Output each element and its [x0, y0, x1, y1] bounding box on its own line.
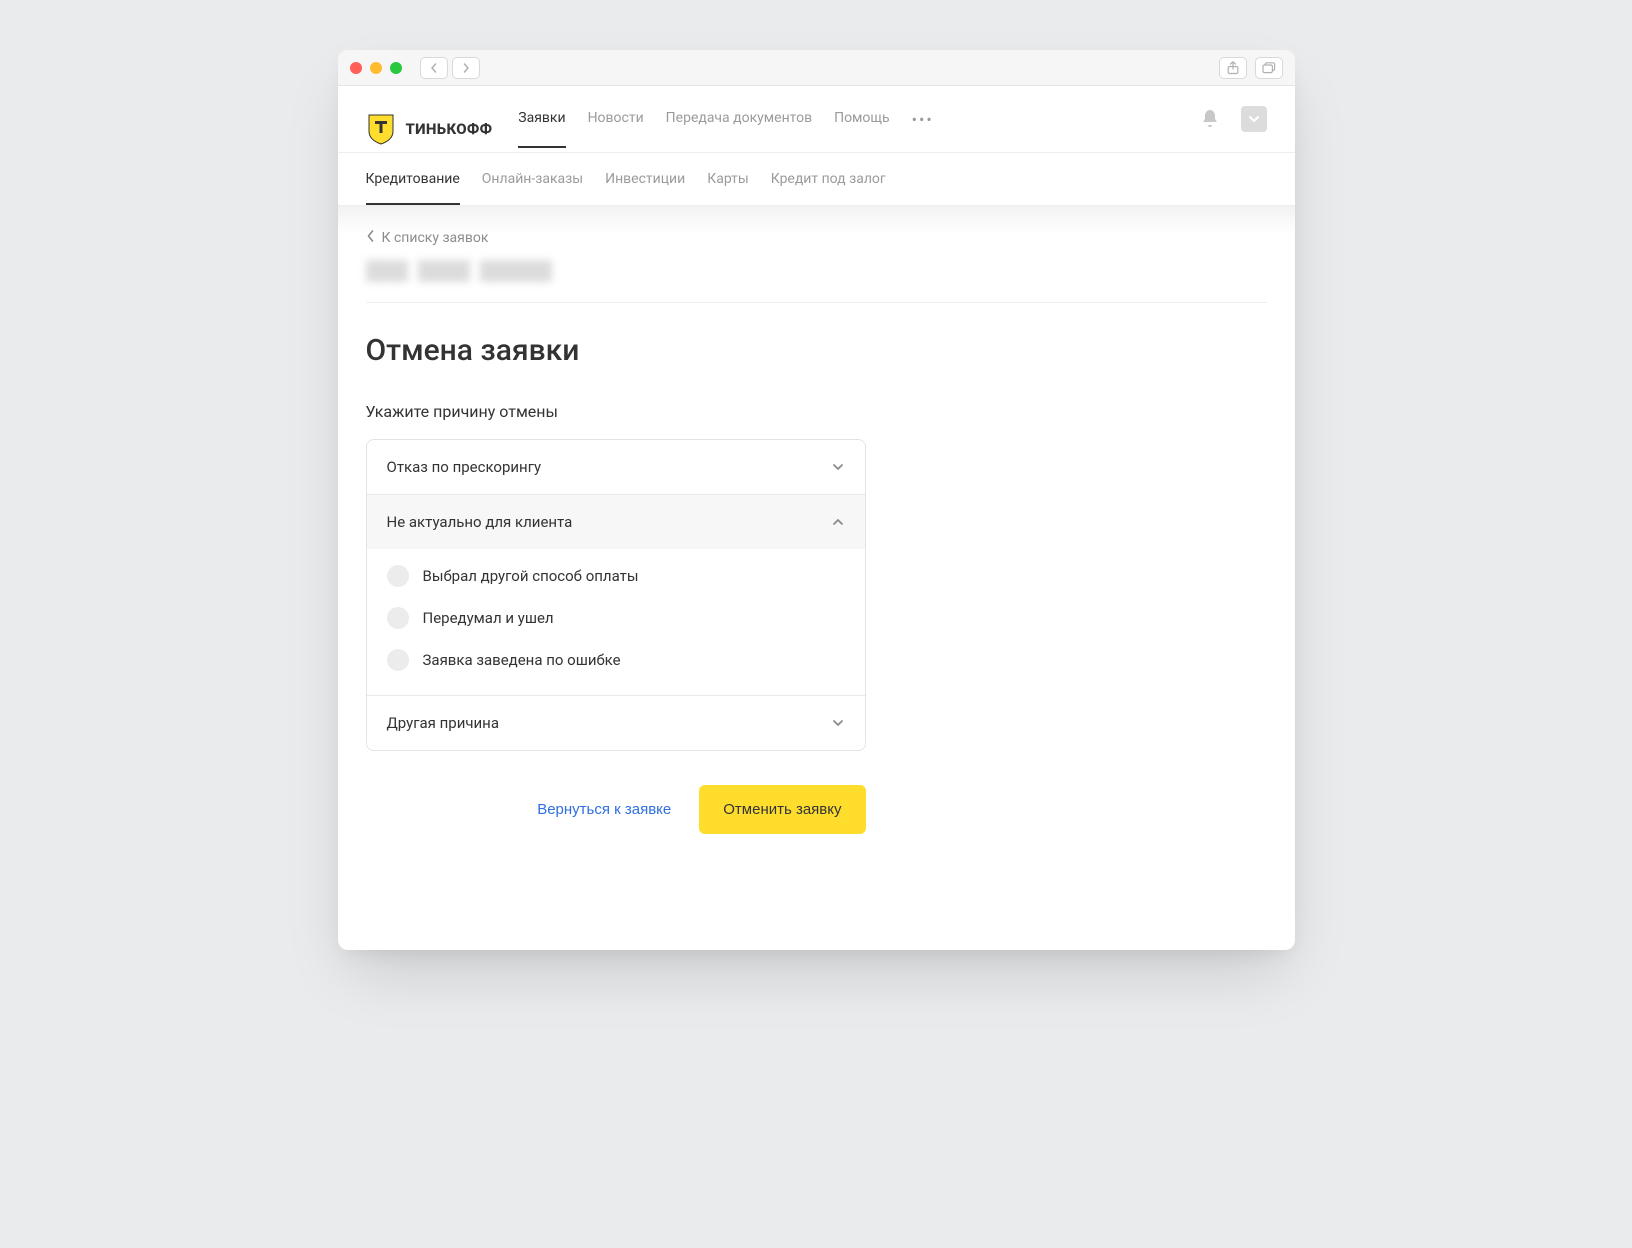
- chevron-left-icon: [366, 230, 376, 246]
- tab-help[interactable]: Помощь: [834, 110, 890, 148]
- reason-prompt: Укажите причину отмены: [366, 402, 1267, 421]
- titlebar-right-controls: [1219, 57, 1283, 79]
- form-actions: Вернуться к заявке Отменить заявку: [366, 785, 866, 834]
- cancel-application-button[interactable]: Отменить заявку: [699, 785, 865, 834]
- app-root: ТИНЬКОФФ Заявки Новости Передача докумен…: [338, 86, 1295, 950]
- subtab-investments[interactable]: Инвестиции: [605, 153, 685, 205]
- more-tabs-button[interactable]: •••: [912, 110, 934, 149]
- account-menu-button[interactable]: [1241, 106, 1267, 132]
- chevron-up-icon: [831, 515, 845, 529]
- tab-news[interactable]: Новости: [588, 110, 644, 148]
- cancel-reason-accordion: Отказ по прескорингу Не актуально для кл…: [366, 439, 866, 751]
- minimize-window-button[interactable]: [370, 62, 382, 74]
- browser-forward-button[interactable]: [452, 57, 480, 79]
- traffic-lights: [350, 62, 402, 74]
- radio-icon: [387, 565, 409, 587]
- accordion-header[interactable]: Другая причина: [367, 696, 865, 750]
- accordion-body: Выбрал другой способ оплаты Передумал и …: [367, 549, 865, 695]
- main-content: К списку заявок Отмена заявки Укажите пр…: [338, 230, 1295, 950]
- brand-name: ТИНЬКОФФ: [406, 120, 493, 138]
- subtab-secured-loan[interactable]: Кредит под залог: [771, 153, 886, 205]
- share-button[interactable]: [1219, 57, 1247, 79]
- reason-option-changed-mind[interactable]: Передумал и ушел: [367, 597, 865, 639]
- redacted-client-name: [366, 260, 1267, 282]
- tab-document-transfer[interactable]: Передача документов: [666, 110, 812, 148]
- zoom-window-button[interactable]: [390, 62, 402, 74]
- option-label: Передумал и ушел: [423, 609, 554, 627]
- radio-icon: [387, 607, 409, 629]
- accordion-item-prescoring-decline: Отказ по прескорингу: [367, 440, 865, 494]
- browser-back-button[interactable]: [420, 57, 448, 79]
- option-label: Выбрал другой способ оплаты: [423, 567, 639, 585]
- browser-nav-arrows: [420, 57, 480, 79]
- tab-applications[interactable]: Заявки: [518, 110, 565, 148]
- notifications-button[interactable]: [1197, 106, 1223, 132]
- divider: [366, 302, 1267, 303]
- radio-icon: [387, 649, 409, 671]
- back-to-application-button[interactable]: Вернуться к заявке: [537, 801, 671, 818]
- brand-logo[interactable]: ТИНЬКОФФ: [366, 113, 493, 145]
- option-label: Заявка заведена по ошибке: [423, 651, 621, 669]
- primary-tabs: Заявки Новости Передача документов Помощ…: [518, 110, 1196, 149]
- subtab-cards[interactable]: Карты: [707, 153, 749, 205]
- browser-window: ТИНЬКОФФ Заявки Новости Передача докумен…: [338, 50, 1295, 950]
- subtab-online-orders[interactable]: Онлайн-заказы: [482, 153, 583, 205]
- accordion-header[interactable]: Отказ по прескорингу: [367, 440, 865, 494]
- accordion-label: Другая причина: [387, 714, 500, 732]
- accordion-item-other-reason: Другая причина: [367, 695, 865, 750]
- close-window-button[interactable]: [350, 62, 362, 74]
- page-title: Отмена заявки: [366, 333, 1267, 368]
- accordion-header[interactable]: Не актуально для клиента: [367, 495, 865, 549]
- chevron-down-icon: [831, 716, 845, 730]
- reason-option-created-by-mistake[interactable]: Заявка заведена по ошибке: [367, 639, 865, 681]
- accordion-label: Не актуально для клиента: [387, 513, 573, 531]
- brand-logo-icon: [366, 113, 396, 145]
- header-right: [1197, 106, 1267, 152]
- sub-tabs: Кредитование Онлайн-заказы Инвестиции Ка…: [338, 153, 1295, 206]
- tabs-button[interactable]: [1255, 57, 1283, 79]
- reason-option-other-payment[interactable]: Выбрал другой способ оплаты: [367, 555, 865, 597]
- accordion-item-not-relevant: Не актуально для клиента Выбрал другой с…: [367, 494, 865, 695]
- accordion-label: Отказ по прескорингу: [387, 458, 542, 476]
- app-header: ТИНЬКОФФ Заявки Новости Передача докумен…: [338, 86, 1295, 153]
- chevron-down-icon: [831, 460, 845, 474]
- subtab-lending[interactable]: Кредитование: [366, 153, 460, 205]
- breadcrumb-back[interactable]: К списку заявок: [366, 230, 1267, 246]
- window-titlebar: [338, 50, 1295, 86]
- breadcrumb-label: К списку заявок: [382, 230, 489, 246]
